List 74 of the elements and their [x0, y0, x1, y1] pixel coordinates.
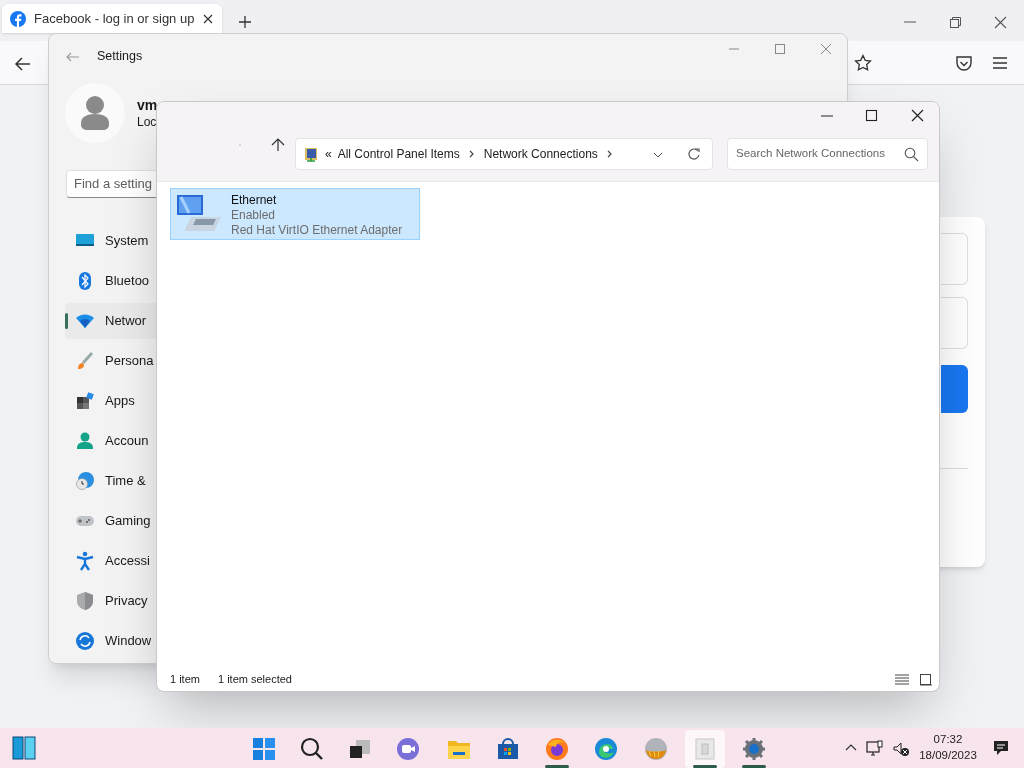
globe-app-icon [644, 737, 668, 761]
person-icon [75, 431, 95, 451]
chevron-up-icon[interactable] [845, 743, 857, 752]
account-type: Loc [137, 114, 158, 131]
connection-device: Red Hat VirtIO Ethernet Adapter [231, 223, 403, 238]
status-text: 1 item selected [217, 671, 292, 687]
taskbar-app-button[interactable] [685, 730, 725, 768]
windows-logo-icon [252, 737, 276, 761]
tiles-view-icon[interactable] [919, 673, 932, 686]
window-title: Settings [97, 48, 143, 66]
clock[interactable]: 07:32 18/09/2023 [918, 731, 978, 763]
browser-tab[interactable]: Facebook - log in or sign up [2, 4, 222, 33]
window-app-icon [693, 737, 717, 761]
chevron-right-icon[interactable] [605, 149, 614, 159]
chat-icon [396, 737, 420, 761]
breadcrumb[interactable]: All Control Panel Items [337, 145, 460, 163]
nav-item[interactable]: Accessi [65, 543, 156, 579]
up-icon[interactable] [271, 138, 285, 152]
connection-item[interactable]: Ethernet Enabled Red Hat VirtIO Ethernet Adapter [170, 188, 420, 240]
sync-icon [75, 631, 95, 651]
fox-browser-icon [545, 737, 569, 761]
nav-item[interactable]: Time & [65, 463, 156, 499]
nav-item[interactable]: System [65, 223, 156, 259]
breadcrumb-overflow[interactable]: « [325, 145, 332, 163]
search-input[interactable]: Search Network Connections [736, 145, 904, 163]
nav-item[interactable]: Networ [65, 303, 156, 339]
apps-icon [75, 391, 95, 411]
task-view-icon [348, 737, 372, 761]
close-icon[interactable] [202, 12, 215, 25]
tab-title: Facebook - log in or sign up [34, 9, 195, 28]
nav-item[interactable]: Bluetoo [65, 263, 156, 299]
volume-muted-icon[interactable] [893, 741, 910, 757]
breadcrumb[interactable]: Network Connections [483, 145, 598, 163]
status-text: 1 item [170, 671, 200, 687]
star-icon[interactable] [854, 54, 872, 72]
maximize-icon[interactable] [865, 109, 878, 122]
refresh-icon[interactable] [687, 147, 701, 161]
menu-icon[interactable] [992, 55, 1008, 71]
pocket-icon[interactable] [955, 55, 973, 72]
close-icon[interactable] [911, 109, 924, 122]
brush-icon [75, 351, 95, 371]
nav-item[interactable]: Privacy [65, 583, 156, 619]
details-view-icon[interactable] [894, 673, 910, 686]
facebook-logo-icon [10, 10, 26, 27]
shield-icon [75, 591, 95, 611]
nav-item[interactable]: Accoun [65, 423, 156, 459]
nav-item[interactable]: Gaming [65, 503, 156, 539]
search-icon[interactable] [904, 146, 919, 162]
chevron-right-icon[interactable] [467, 149, 476, 159]
user-name: vm [137, 96, 158, 115]
edge-browser-icon [594, 737, 618, 761]
nav-item[interactable]: Apps [65, 383, 156, 419]
store-icon [496, 737, 520, 761]
input-field[interactable] [941, 297, 968, 349]
accessibility-icon [75, 551, 95, 571]
nav-item[interactable]: Window [65, 623, 156, 659]
control-panel-icon [303, 146, 319, 162]
restore-icon[interactable] [949, 16, 962, 29]
clock-globe-icon [75, 471, 95, 491]
connection-name: Ethernet [231, 193, 278, 208]
search-field[interactable]: Search Network Connections [727, 138, 928, 170]
dropdown-icon[interactable] [653, 151, 663, 159]
address-bar[interactable]: « All Control Panel Items Network Connections [295, 138, 713, 170]
close-icon[interactable] [994, 16, 1007, 29]
input-field[interactable] [941, 233, 968, 285]
connection-status: Enabled [231, 208, 277, 223]
settings-icon [742, 737, 766, 761]
search-field[interactable]: Find a setting [66, 169, 156, 198]
new-tab-icon[interactable] [238, 15, 252, 29]
network-wired-icon[interactable] [866, 740, 883, 757]
notifications-icon[interactable] [992, 739, 1010, 757]
nav-item[interactable]: Persona [65, 343, 156, 379]
widgets-icon[interactable] [12, 736, 36, 760]
search-icon [300, 737, 324, 761]
